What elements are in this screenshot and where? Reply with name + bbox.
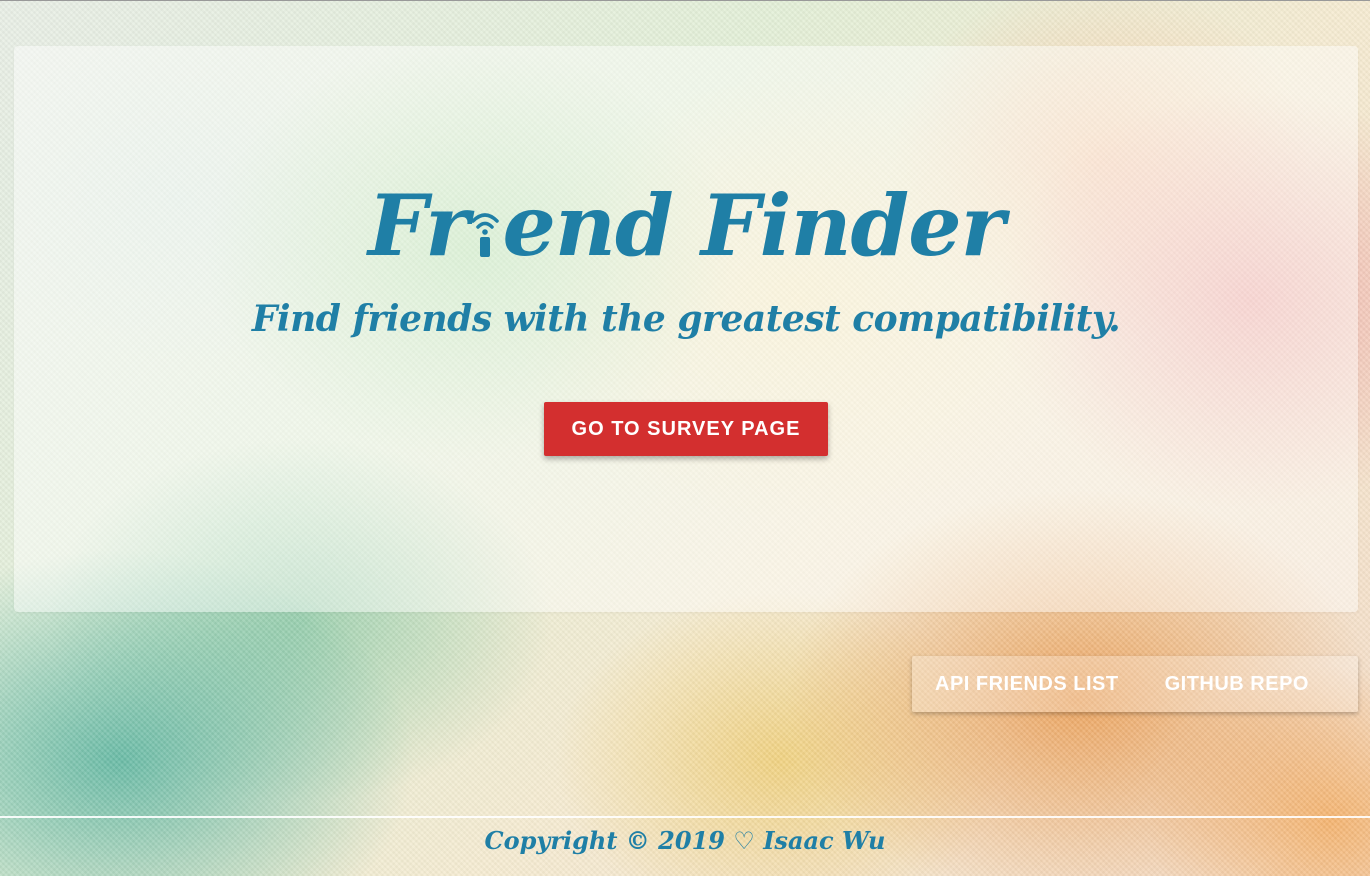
copyright-year: 2019 xyxy=(658,826,725,855)
heart-outline-icon: ♡ xyxy=(733,827,755,855)
copyright-label: Copyright © xyxy=(484,826,650,855)
api-friends-list-link[interactable]: API FRIENDS LIST xyxy=(912,656,1142,712)
page-title: Fr end Finder xyxy=(14,176,1358,276)
links-bar: API FRIENDS LIST GITHUB REPO xyxy=(912,656,1358,712)
footer-divider xyxy=(0,816,1370,818)
title-part-2: end Finder xyxy=(502,176,1005,275)
github-repo-link[interactable]: GITHUB REPO xyxy=(1142,656,1332,712)
top-border xyxy=(0,0,1370,1)
page-subtitle: Find friends with the greatest compatibi… xyxy=(251,298,1121,340)
go-to-survey-button[interactable]: GO TO SURVEY PAGE xyxy=(544,402,828,456)
hero-panel: Fr end Finder Find friends with the grea… xyxy=(14,46,1358,612)
title-part-1: Fr xyxy=(368,176,469,275)
wifi-i-icon xyxy=(470,199,500,259)
author-name: Isaac Wu xyxy=(763,826,886,855)
footer: Copyright © 2019 ♡ Isaac Wu xyxy=(0,826,1370,855)
